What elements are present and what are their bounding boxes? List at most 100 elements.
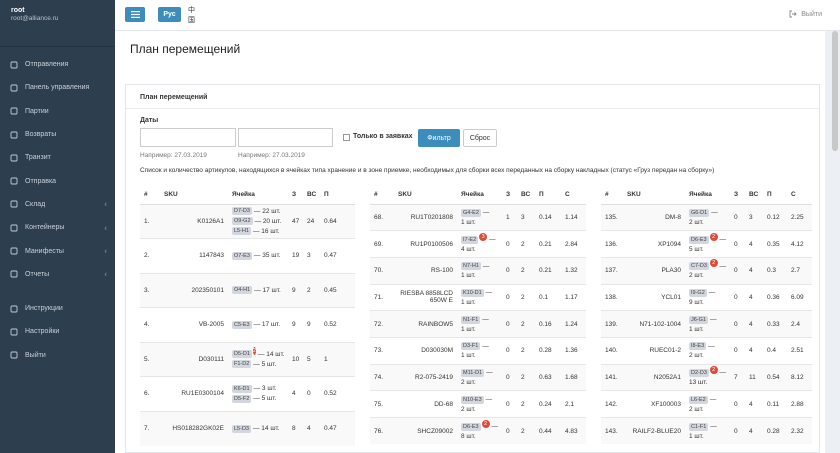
sidebar-item-5[interactable]: Транзит bbox=[0, 146, 115, 169]
row-number: 140. bbox=[601, 336, 623, 365]
p-cell: 1 bbox=[320, 341, 355, 377]
sidebar-item-6[interactable]: Отправка bbox=[0, 169, 115, 192]
row-number: 69. bbox=[370, 230, 394, 258]
count-badge: 3 bbox=[479, 232, 488, 241]
location-cell: J6-G1— 1 шт. bbox=[685, 310, 730, 338]
vs-cell: 2 bbox=[517, 390, 535, 418]
sidebar-item-2[interactable]: Настройки bbox=[0, 320, 115, 343]
s-cell: 4.12 bbox=[787, 230, 812, 258]
z-cell: 0 bbox=[502, 336, 517, 365]
p-cell: 0.44 bbox=[535, 417, 561, 445]
cell-qty: — bbox=[482, 209, 490, 217]
sidebar-item-7[interactable]: Склад ‹ bbox=[0, 193, 115, 216]
sku-cell: R2-075-2419 bbox=[394, 363, 457, 391]
cell-qty: 9 шт. bbox=[689, 298, 704, 306]
cell-tag: M11-D1 bbox=[461, 368, 485, 377]
z-cell: 10 bbox=[288, 341, 303, 377]
table-row: 2. 1147843 O7-E3— 35 шт. 19 3 0.47 bbox=[140, 238, 355, 273]
column-header: П bbox=[763, 186, 787, 205]
only-requests-checkbox[interactable] bbox=[343, 134, 350, 141]
sku-cell: RUEC01-2 bbox=[623, 336, 685, 365]
sku-cell: RAILF2-BLUE20 bbox=[623, 417, 685, 445]
location-cell: I9-G2— 9 шт. bbox=[685, 283, 730, 311]
sidebar-item-label: Контейнеры bbox=[25, 224, 65, 232]
sidebar-item-1[interactable]: Отправления bbox=[0, 53, 115, 76]
vs-cell: 3 bbox=[517, 203, 535, 231]
date-from-input[interactable] bbox=[140, 128, 236, 147]
cell-qty: 2 шт. bbox=[689, 272, 704, 280]
cell-qty: — bbox=[710, 423, 717, 431]
date-to-hint: Например: 27.03.2019 bbox=[238, 152, 305, 159]
filter-button[interactable]: Фильтр bbox=[418, 129, 460, 147]
top-bar: Рус 中国 Выйти bbox=[115, 0, 840, 31]
logout-label: Выйти bbox=[801, 10, 822, 18]
z-cell: 0 bbox=[730, 417, 745, 445]
sidebar-item-10[interactable]: Отчеты ‹ bbox=[0, 263, 115, 286]
location-cell: D6-E3 2— 8 шт. bbox=[457, 417, 502, 445]
vs-cell: 2 bbox=[517, 230, 535, 258]
lang-ru-button[interactable]: Рус bbox=[158, 7, 181, 22]
z-cell: 0 bbox=[730, 230, 745, 258]
chevron-left-icon: ‹ bbox=[104, 269, 107, 279]
logout-link[interactable]: Выйти bbox=[789, 10, 822, 18]
sku-cell: RIESBA 8858LCD 650W E bbox=[394, 283, 457, 311]
count-badge: 2 bbox=[709, 259, 718, 268]
location-cell: L5-D3— 14 шт. bbox=[228, 410, 288, 446]
table-row: 6. RU1E0300104 K6-D1— 3 шт. D5-F2— 5 шт. 4 0 0… bbox=[140, 376, 355, 411]
lang-cn-button[interactable]: 中国 bbox=[182, 7, 207, 24]
p-cell: 0.28 bbox=[763, 417, 787, 445]
column-header: З bbox=[288, 186, 303, 205]
column-header: SKU bbox=[160, 186, 228, 205]
menu-toggle-button[interactable] bbox=[125, 7, 145, 22]
send-icon bbox=[10, 177, 18, 185]
column-header: Ячейка bbox=[228, 186, 288, 205]
page-title: План перемещений bbox=[130, 42, 241, 56]
p-cell: 0.3 bbox=[763, 256, 787, 285]
sku-cell: XF100003 bbox=[623, 390, 685, 418]
cell-qty: 5 шт. bbox=[689, 245, 704, 253]
sidebar-item-label: Манифесты bbox=[25, 247, 64, 255]
row-number: 137. bbox=[601, 256, 623, 285]
sku-cell: YCL01 bbox=[623, 283, 685, 311]
reset-button[interactable]: Сброс bbox=[463, 129, 497, 147]
row-number: 142. bbox=[601, 390, 623, 418]
cell-tag: D6-E3 bbox=[461, 422, 481, 431]
vs-cell: 4 bbox=[303, 410, 320, 446]
column-header: Ячейка bbox=[685, 186, 730, 205]
location-cell: D3-F1— 1 шт. bbox=[457, 336, 502, 365]
cell-tag: D6-E3 bbox=[689, 235, 709, 244]
row-number: 2. bbox=[140, 238, 160, 273]
sidebar-nav-secondary: Инструкции Настройки Выйти bbox=[0, 297, 115, 367]
sidebar-item-3[interactable]: Партии bbox=[0, 100, 115, 123]
sidebar-item-9[interactable]: Манифесты ‹ bbox=[0, 239, 115, 262]
sku-cell: RU1E0300104 bbox=[160, 376, 228, 411]
sku-cell: SHCZ09002 bbox=[394, 417, 457, 445]
sidebar-item-1[interactable]: Инструкции bbox=[0, 297, 115, 320]
p-cell: 0.16 bbox=[535, 310, 561, 338]
sidebar-item-label: Склад bbox=[25, 200, 46, 208]
sidebar-item-3[interactable]: Выйти bbox=[0, 344, 115, 367]
cell-qty: — 16 шт. bbox=[252, 227, 280, 235]
p-cell: 0.14 bbox=[535, 203, 561, 231]
sidebar-item-4[interactable]: Возвраты bbox=[0, 123, 115, 146]
vs-cell: 2 bbox=[517, 310, 535, 338]
s-cell: 2.4 bbox=[787, 310, 812, 338]
location-cell: D2-D3 2— 13 шт. bbox=[685, 363, 730, 391]
row-number: 73. bbox=[370, 336, 394, 365]
column-header: З bbox=[730, 186, 745, 205]
cell-tag: C5-E3 bbox=[232, 320, 252, 329]
table-row: 142. XF100003 L6-E2— 2 шт. 0 4 0.11 2.88 bbox=[601, 390, 812, 418]
page-scrollbar[interactable] bbox=[832, 31, 838, 151]
z-cell: 47 bbox=[288, 203, 303, 239]
sidebar-nav: Отправления Панель управления Партии Возвра… bbox=[0, 53, 115, 286]
cell-qty: — bbox=[482, 316, 489, 324]
sidebar-item-label: Возвраты bbox=[25, 131, 57, 139]
date-to-input[interactable] bbox=[238, 128, 333, 147]
sidebar-item-label: Партии bbox=[25, 107, 49, 115]
sidebar-item-8[interactable]: Контейнеры ‹ bbox=[0, 216, 115, 239]
z-cell: 0 bbox=[730, 336, 745, 365]
table-row: 135. DM-8 G6-D1— 2 шт. 0 3 0.12 2.25 bbox=[601, 203, 812, 231]
location-cell: D7-D3— 22 шт. O9-G2— 20 шт. L5-H1— 16 шт. bbox=[228, 203, 288, 239]
sidebar-item-2[interactable]: Панель управления bbox=[0, 76, 115, 99]
logout-icon bbox=[789, 10, 797, 18]
